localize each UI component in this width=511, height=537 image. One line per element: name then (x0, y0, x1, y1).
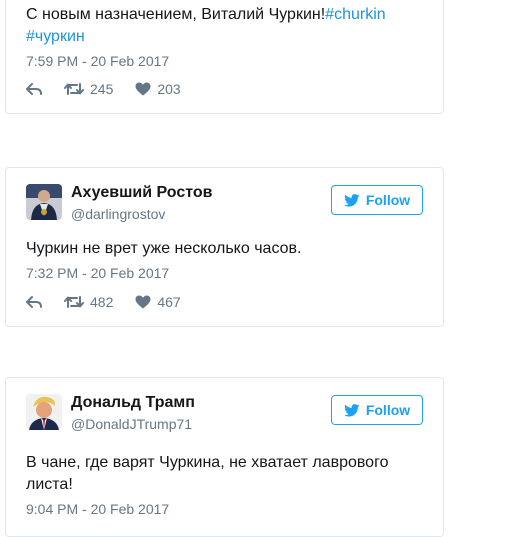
tweet-card: Ахуевший Ростов @darlingrostov Follow Чу… (5, 167, 444, 327)
tweet-text: Чуркин не врет уже несколько часов. (26, 240, 302, 257)
retweet-button[interactable]: 245 (64, 81, 113, 97)
like-button[interactable]: 203 (135, 81, 181, 97)
tweet-card: С новым назначением, Виталий Чуркин!#chu… (5, 0, 444, 114)
twitter-bird-icon (343, 403, 360, 417)
twitter-bird-icon (343, 193, 360, 207)
retweet-icon (64, 83, 84, 95)
tweet-timestamp[interactable]: 7:32 PM - 20 Feb 2017 (26, 265, 169, 281)
reply-icon (26, 296, 42, 308)
retweet-count: 245 (90, 81, 114, 97)
follow-button[interactable]: Follow (331, 395, 423, 425)
follow-label: Follow (365, 192, 411, 208)
like-button[interactable]: 467 (135, 294, 181, 310)
follow-label: Follow (365, 402, 411, 418)
avatar[interactable] (26, 184, 62, 220)
follow-button[interactable]: Follow (331, 185, 423, 215)
reply-button[interactable] (26, 295, 42, 309)
retweet-icon (64, 296, 84, 308)
user-handle[interactable]: @darlingrostov (71, 206, 165, 222)
user-handle[interactable]: @DonaldJTrump71 (71, 416, 192, 432)
heart-icon (135, 82, 151, 96)
retweet-count: 482 (90, 294, 114, 310)
tweet-header: Ахуевший Ростов @darlingrostov Follow (26, 184, 423, 224)
like-count: 203 (157, 81, 181, 97)
reply-button[interactable] (26, 82, 42, 96)
heart-icon (135, 295, 151, 309)
user-name[interactable]: Дональд Трамп (71, 394, 195, 412)
avatar-image (26, 394, 62, 430)
tweet-actions: 245 203 (26, 80, 203, 98)
hashtag-link[interactable]: #churkin (325, 6, 385, 23)
tweet-text-body: С новым назначением, Виталий Чуркин! (26, 6, 326, 23)
tweet-text: В чане, где варят Чуркина, не хватает ла… (26, 454, 389, 493)
retweet-button[interactable]: 482 (64, 294, 113, 310)
reply-icon (26, 83, 42, 95)
hashtag-link[interactable]: #чуркин (26, 28, 85, 45)
tweet-text: С новым назначением, Виталий Чуркин!#chu… (26, 4, 423, 48)
tweet-timestamp[interactable]: 7:59 PM - 20 Feb 2017 (26, 53, 169, 69)
like-count: 467 (157, 294, 181, 310)
avatar-image (26, 184, 62, 220)
tweet-header: Дональд Трамп @DonaldJTrump71 Follow (26, 394, 423, 434)
avatar[interactable] (26, 394, 62, 430)
tweet-actions: 482 467 (26, 293, 203, 311)
tweet-card: Дональд Трамп @DonaldJTrump71 Follow В ч… (5, 377, 444, 537)
user-name[interactable]: Ахуевший Ростов (71, 184, 213, 202)
